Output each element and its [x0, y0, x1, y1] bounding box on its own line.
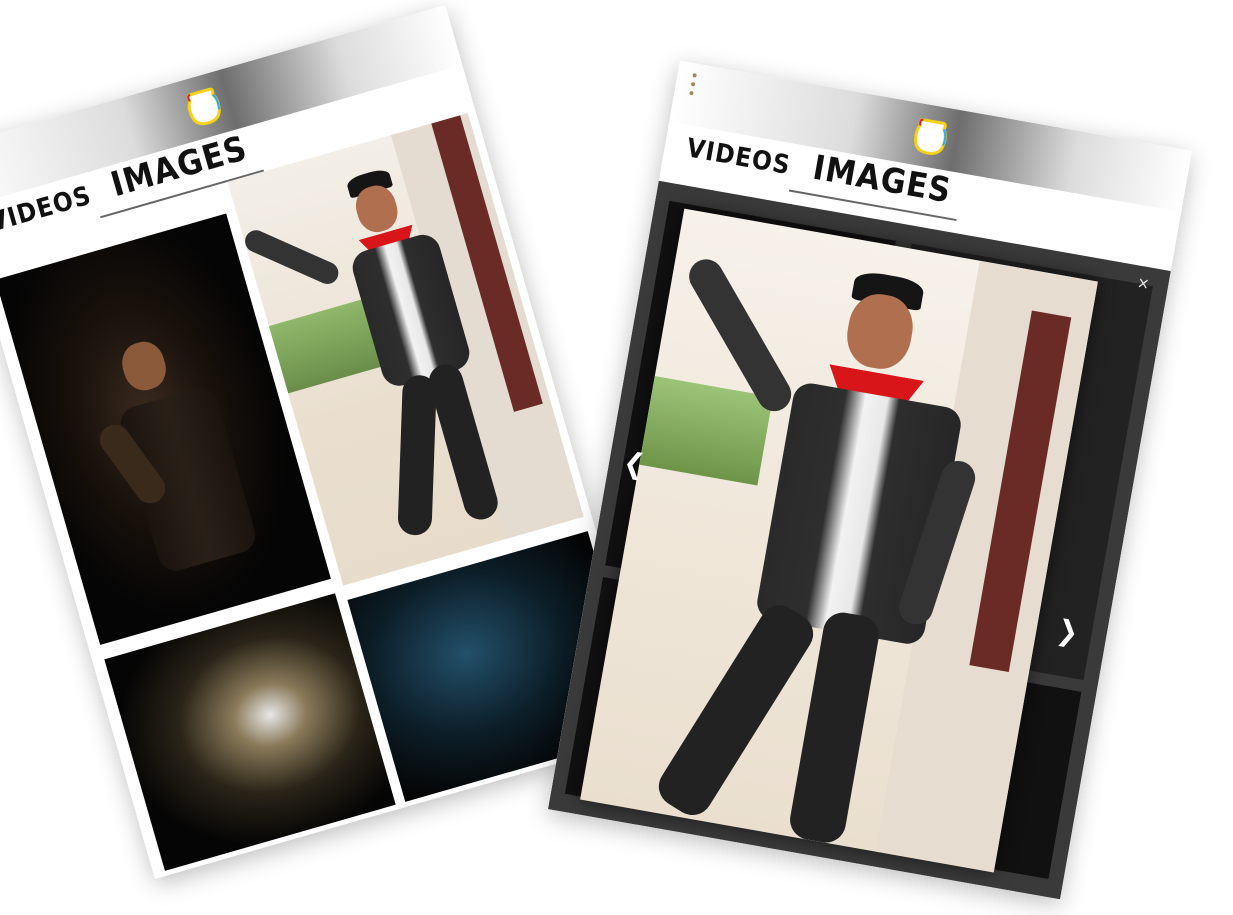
fireworks-thumb[interactable] [104, 593, 396, 871]
tab-videos[interactable]: VIDEOS [684, 133, 793, 181]
image-viewer-screen: VIDEOS IMAGES × ❮ ❯ [547, 60, 1193, 900]
jar-logo-icon[interactable] [910, 112, 952, 158]
dots-vertical-icon[interactable] [687, 73, 697, 100]
close-button[interactable]: × [1131, 271, 1156, 296]
portrait-figure [78, 311, 290, 619]
gallery-screen: VIDEOS IMAGES [0, 5, 655, 879]
jar-logo-icon[interactable] [181, 81, 227, 129]
